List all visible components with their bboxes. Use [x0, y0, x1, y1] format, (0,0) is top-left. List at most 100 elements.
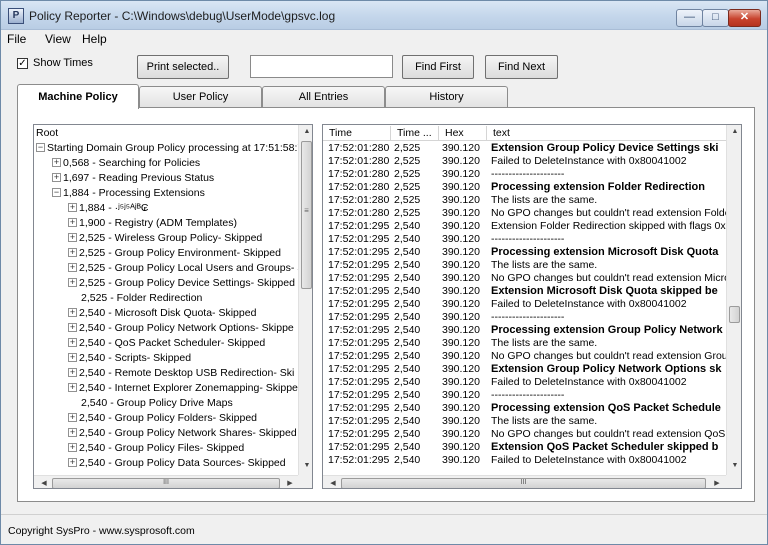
- expand-icon[interactable]: +: [68, 353, 77, 362]
- scroll-right-icon[interactable]: ▶: [282, 479, 298, 487]
- grid-vertical-scrollbar[interactable]: ▲ ▼: [726, 125, 741, 475]
- policy-tree[interactable]: Root − Starting Domain Group Policy proces…: [33, 124, 313, 489]
- expand-icon[interactable]: +: [52, 158, 61, 167]
- expand-icon[interactable]: +: [68, 233, 77, 242]
- collapse-icon[interactable]: −: [36, 143, 45, 152]
- minimize-button[interactable]: —: [676, 9, 703, 27]
- show-times-checkbox[interactable]: ✓: [17, 58, 28, 69]
- table-row[interactable]: 17:52:01:280 2,525 390.120 The lists are th…: [323, 194, 726, 207]
- tree-node[interactable]: +2,540 - Microsoft Disk Quota- Skipped: [68, 306, 256, 321]
- tab-user-policy[interactable]: User Policy: [139, 86, 262, 107]
- app-icon[interactable]: P: [8, 8, 24, 24]
- expand-icon[interactable]: +: [68, 278, 77, 287]
- table-row[interactable]: 17:52:01:295 2,540 390.120 The lists are th…: [323, 259, 726, 272]
- tree-node[interactable]: −1,884 - Processing Extensions: [52, 186, 205, 201]
- tree-node[interactable]: Root: [36, 126, 58, 141]
- table-row[interactable]: 17:52:01:295 2,540 390.120 Extension Group …: [323, 363, 726, 376]
- tree-node[interactable]: 2,540 - Group Policy Drive Maps: [68, 396, 233, 411]
- menu-file[interactable]: File: [7, 32, 26, 46]
- table-row[interactable]: 17:52:01:295 2,540 390.120 Extension Folder…: [323, 220, 726, 233]
- tree-horizontal-scrollbar[interactable]: ◀ III ▶: [34, 475, 298, 488]
- expand-icon[interactable]: +: [68, 368, 77, 377]
- tree-node[interactable]: − Starting Domain Group Policy processing…: [36, 141, 298, 156]
- title-bar[interactable]: P Policy Reporter - C:\Windows\debug\Use…: [1, 1, 767, 30]
- col-header-time-offset[interactable]: Time ...: [391, 126, 439, 141]
- grid-scroll-thumb[interactable]: [729, 306, 740, 323]
- menu-help[interactable]: Help: [82, 32, 107, 46]
- table-row[interactable]: 17:52:01:295 2,540 390.120 ----------------…: [323, 233, 726, 246]
- expand-icon[interactable]: +: [68, 203, 77, 212]
- tree-node[interactable]: +1,900 - Registry (ADM Templates): [68, 216, 237, 231]
- expand-icon[interactable]: +: [68, 338, 77, 347]
- table-row[interactable]: 17:52:01:295 2,540 390.120 ----------------…: [323, 389, 726, 402]
- expand-icon[interactable]: +: [68, 413, 77, 422]
- tree-node[interactable]: +2,525 - Group Policy Local Users and Gr…: [68, 261, 298, 276]
- table-row[interactable]: 17:52:01:280 2,525 390.120 ----------------…: [323, 168, 726, 181]
- expand-icon[interactable]: +: [68, 323, 77, 332]
- grid-horizontal-scrollbar[interactable]: ◀ III ▶: [323, 475, 726, 488]
- maximize-button[interactable]: □: [702, 9, 729, 27]
- scroll-down-icon[interactable]: ▼: [299, 462, 312, 469]
- expand-icon[interactable]: +: [68, 458, 77, 467]
- col-header-time[interactable]: Time: [323, 126, 391, 141]
- table-row[interactable]: 17:52:01:280 2,525 390.120 Failed to Delete…: [323, 155, 726, 168]
- log-grid[interactable]: Time Time ... Hex text 17:52:01:280 2,525…: [322, 124, 742, 489]
- table-row[interactable]: 17:52:01:280 2,525 390.120 Extension Group …: [323, 142, 726, 155]
- close-button[interactable]: ✕: [728, 9, 761, 27]
- tab-history[interactable]: History: [385, 86, 508, 107]
- scroll-right-icon[interactable]: ▶: [709, 479, 725, 487]
- scroll-left-icon[interactable]: ◀: [36, 479, 52, 487]
- table-row[interactable]: 17:52:01:295 2,540 390.120 Processing exten…: [323, 246, 726, 259]
- expand-icon[interactable]: +: [68, 218, 77, 227]
- tree-node[interactable]: +2,525 - Wireless Group Policy- Skipped: [68, 231, 262, 246]
- tree-node[interactable]: +2,540 - Group Policy Data Sources- Skip…: [68, 456, 286, 471]
- expand-icon[interactable]: +: [68, 308, 77, 317]
- table-row[interactable]: 17:52:01:295 2,540 390.120 No GPO changes b…: [323, 350, 726, 363]
- show-times-label[interactable]: Show Times: [33, 57, 93, 69]
- tree-node[interactable]: +2,540 - Group Policy Folders- Skipped: [68, 411, 257, 426]
- tree-node[interactable]: +2,540 - Internet Explorer Zonemapping- …: [68, 381, 298, 396]
- scroll-left-icon[interactable]: ◀: [325, 479, 341, 487]
- tree-node[interactable]: 2,525 - Folder Redirection: [68, 291, 202, 306]
- tree-node[interactable]: +0,568 - Searching for Policies: [52, 156, 200, 171]
- tree-node[interactable]: +2,540 - QoS Packet Scheduler- Skipped: [68, 336, 265, 351]
- tree-hscroll-thumb[interactable]: III: [52, 478, 280, 488]
- tree-node[interactable]: +2,540 - Remote Desktop USB Redirection-…: [68, 366, 294, 381]
- print-selected-button[interactable]: Print selected..: [137, 55, 229, 79]
- scroll-up-icon[interactable]: ▲: [299, 128, 312, 135]
- table-row[interactable]: 17:52:01:295 2,540 390.120 The lists are th…: [323, 415, 726, 428]
- grid-hscroll-thumb[interactable]: III: [341, 478, 706, 488]
- tree-node[interactable]: +2,540 - Group Policy Network Shares- Sk…: [68, 426, 297, 441]
- menu-view[interactable]: View: [45, 32, 71, 46]
- find-first-button[interactable]: Find First: [402, 55, 474, 79]
- table-row[interactable]: 17:52:01:295 2,540 390.120 Processing exten…: [323, 324, 726, 337]
- tab-all-entries[interactable]: All Entries: [262, 86, 385, 107]
- expand-icon[interactable]: +: [68, 383, 77, 392]
- table-row[interactable]: 17:52:01:295 2,540 390.120 Processing exten…: [323, 402, 726, 415]
- expand-icon[interactable]: +: [68, 443, 77, 452]
- tree-node[interactable]: +2,540 - Group Policy Files- Skipped: [68, 441, 244, 456]
- table-row[interactable]: 17:52:01:295 2,540 390.120 No GPO changes b…: [323, 428, 726, 441]
- expand-icon[interactable]: +: [68, 263, 77, 272]
- table-row[interactable]: 17:52:01:295 2,540 390.120 Extension Micros…: [323, 285, 726, 298]
- col-header-hex[interactable]: Hex: [439, 126, 487, 141]
- find-input[interactable]: [250, 55, 393, 78]
- collapse-icon[interactable]: −: [52, 188, 61, 197]
- tab-machine-policy[interactable]: Machine Policy: [17, 84, 139, 109]
- table-row[interactable]: 17:52:01:295 2,540 390.120 ----------------…: [323, 311, 726, 324]
- tree-node[interactable]: +1,884 - ·ʲ⁵ʲ⁵ᴬʲᴮ₢: [68, 201, 149, 216]
- tree-node[interactable]: +2,540 - Group Policy Network Options- S…: [68, 321, 294, 336]
- table-row[interactable]: 17:52:01:295 2,540 390.120 Extension QoS Pa…: [323, 441, 726, 454]
- find-next-button[interactable]: Find Next: [485, 55, 558, 79]
- expand-icon[interactable]: +: [68, 428, 77, 437]
- table-row[interactable]: 17:52:01:280 2,525 390.120 No GPO changes b…: [323, 207, 726, 220]
- table-row[interactable]: 17:52:01:280 2,525 390.120 Processing exten…: [323, 181, 726, 194]
- table-row[interactable]: 17:52:01:295 2,540 390.120 Failed to Delete…: [323, 454, 726, 467]
- table-row[interactable]: 17:52:01:295 2,540 390.120 No GPO changes b…: [323, 272, 726, 285]
- tree-node[interactable]: +2,525 - Group Policy Environment- Skipp…: [68, 246, 281, 261]
- tree-scroll-thumb[interactable]: ≡: [301, 141, 312, 289]
- tree-vertical-scrollbar[interactable]: ▲ ≡ ▼: [298, 125, 312, 475]
- col-header-text[interactable]: text: [487, 126, 726, 141]
- tree-node[interactable]: +2,525 - Group Policy Device Settings- S…: [68, 276, 295, 291]
- scroll-down-icon[interactable]: ▼: [727, 462, 741, 469]
